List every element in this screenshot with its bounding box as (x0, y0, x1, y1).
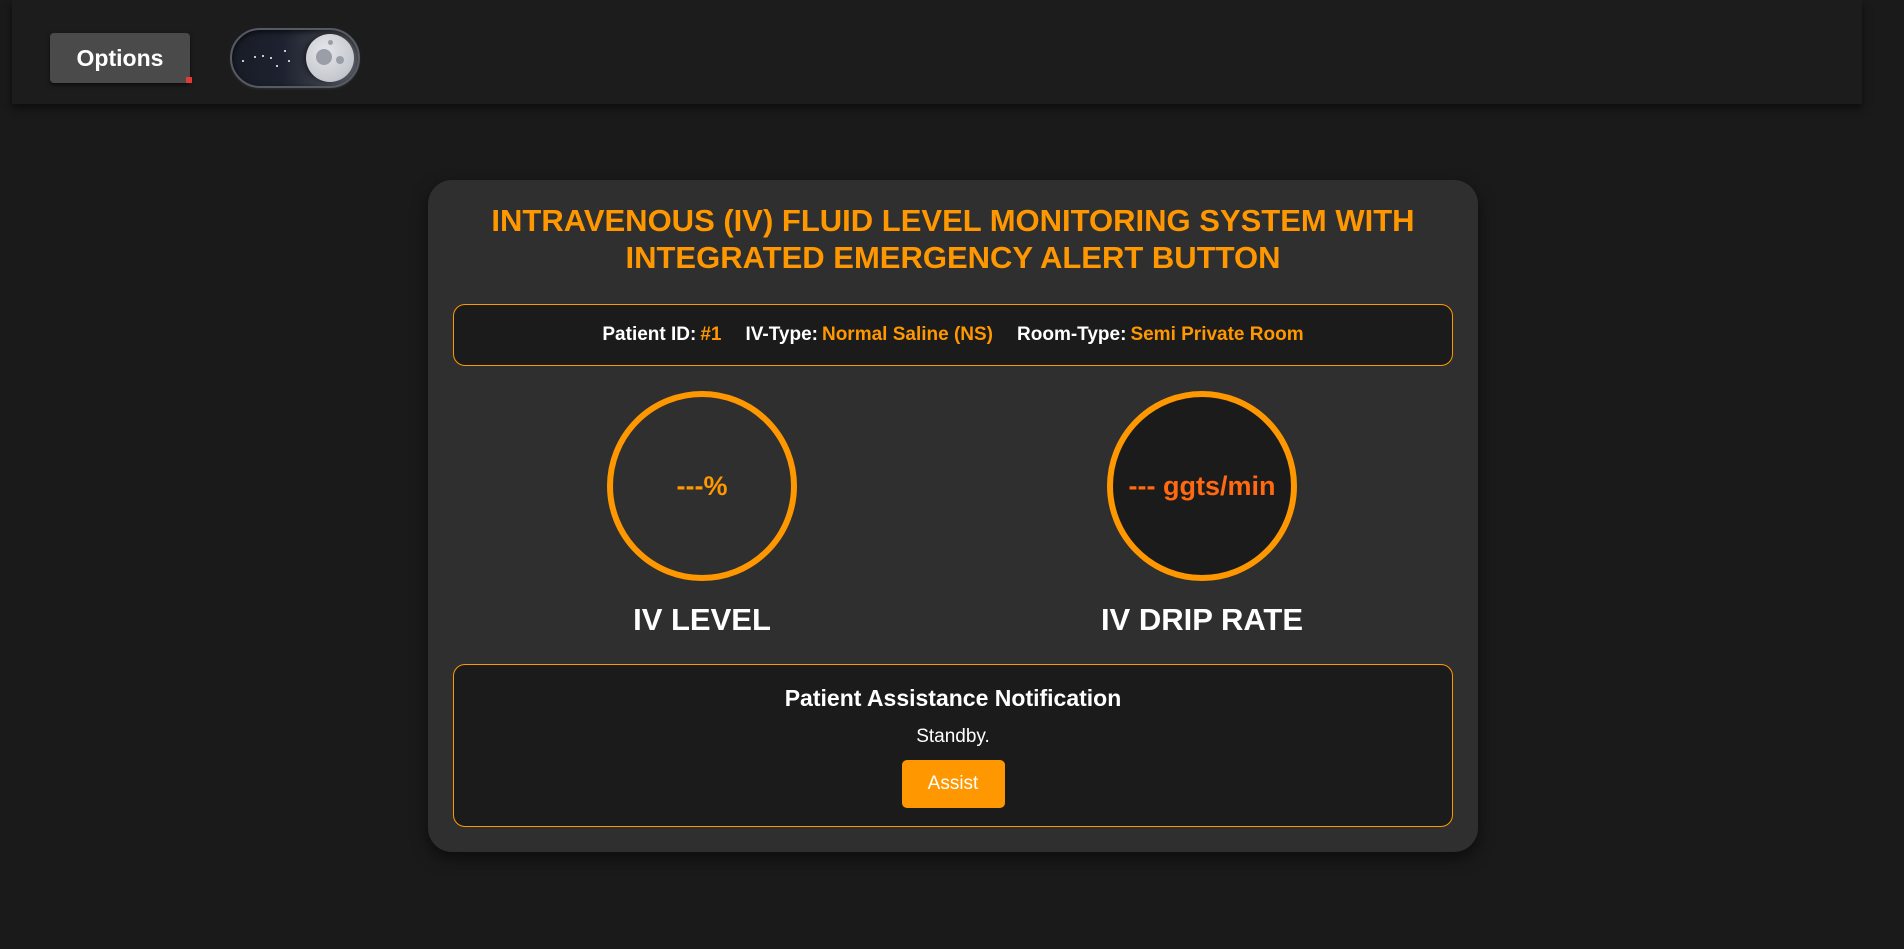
iv-type: IV-Type: Normal Saline (NS) (745, 324, 993, 346)
assist-button[interactable]: Assist (901, 760, 1005, 808)
star-icon (254, 56, 256, 58)
patient-id: Patient ID: #1 (602, 324, 721, 346)
moon-crater (336, 56, 344, 64)
assistance-title: Patient Assistance Notification (784, 685, 1122, 711)
iv-drip-rate-gauge: --- ggts/min (1107, 391, 1297, 581)
moon-crater (316, 49, 332, 65)
star-icon (284, 50, 286, 52)
patient-info-bar: Patient ID: #1 IV-Type: Normal Saline (NS)… (453, 304, 1453, 366)
patient-id-value: #1 (700, 324, 722, 345)
star-icon (270, 57, 272, 59)
iv-level-label: IV LEVEL (633, 602, 771, 637)
room-type-value: Semi Private Room (1130, 324, 1304, 345)
top-bar: Options (12, 0, 1862, 104)
room-type-label: Room-Type: (1017, 324, 1127, 345)
star-icon (288, 60, 290, 62)
iv-level-value: ---% (676, 470, 728, 501)
moon-icon (306, 34, 354, 82)
iv-type-label: IV-Type: (745, 324, 818, 345)
iv-level-gauge: ---% (607, 391, 797, 581)
theme-toggle[interactable] (230, 28, 360, 88)
options-label: Options (76, 44, 164, 71)
star-icon (242, 60, 244, 62)
assistance-panel: Patient Assistance Notification Standby.… (453, 664, 1453, 827)
monitor-card: INTRAVENOUS (IV) FLUID LEVEL MONITORING … (428, 180, 1478, 852)
iv-type-value: Normal Saline (NS) (821, 324, 994, 345)
moon-crater (328, 40, 333, 45)
star-icon (262, 55, 264, 57)
patient-id-label: Patient ID: (602, 324, 697, 345)
iv-drip-rate-label: IV DRIP RATE (1100, 602, 1304, 637)
options-button[interactable]: Options (50, 33, 192, 83)
page-title: INTRAVENOUS (IV) FLUID LEVEL MONITORING … (491, 203, 1415, 275)
assistance-status: Standby. (916, 726, 990, 747)
notification-dot (186, 77, 192, 83)
star-icon (276, 65, 278, 67)
iv-drip-rate-value: --- ggts/min (1128, 470, 1276, 501)
room-type: Room-Type: Semi Private Room (1017, 324, 1304, 346)
